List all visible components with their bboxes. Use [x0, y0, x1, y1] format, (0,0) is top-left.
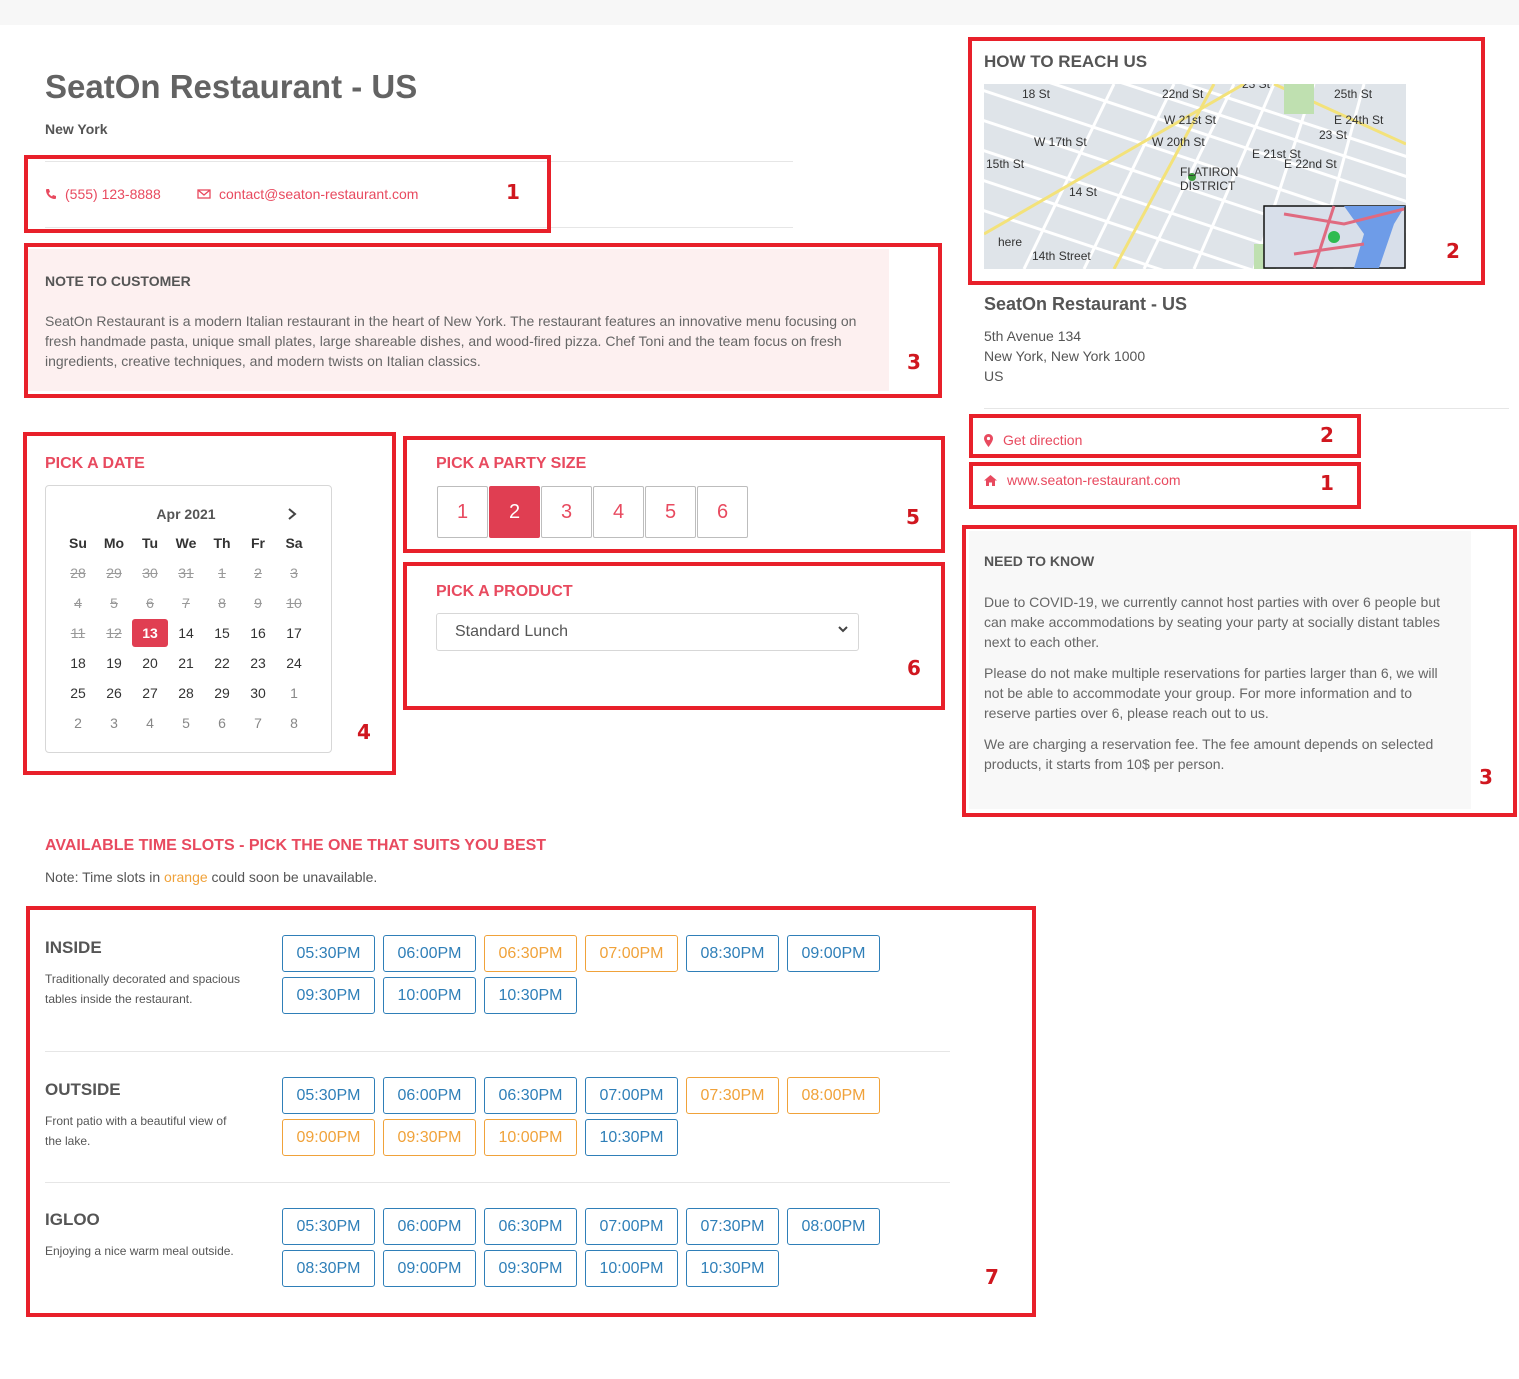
annotation-number: 2 — [1320, 423, 1334, 447]
annotation-number: 2 — [1446, 239, 1460, 263]
city-label: New York — [45, 121, 108, 137]
annotation-number: 4 — [357, 720, 371, 744]
annotation-box-1 — [24, 155, 551, 233]
annotation-box-3 — [24, 243, 942, 398]
annotation-box-7 — [26, 906, 1036, 1317]
annotation-number: 6 — [907, 656, 921, 680]
address-line-2: New York, New York 1000 — [984, 348, 1146, 364]
address-name: SeatOn Restaurant - US — [984, 294, 1188, 314]
annotation-box-website — [969, 462, 1361, 509]
annotation-box-5 — [403, 436, 945, 553]
time-slots-heading: AVAILABLE TIME SLOTS - PICK THE ONE THAT… — [45, 837, 547, 854]
address: 5th Avenue 134 New York, New York 1000 U… — [984, 326, 1145, 386]
page-title: SeatOn Restaurant - US — [45, 68, 418, 105]
annotation-number: 7 — [985, 1265, 999, 1289]
address-line-1: 5th Avenue 134 — [984, 328, 1082, 344]
time-slots-note: Note: Time slots in orange could soon be… — [45, 869, 377, 885]
annotation-box-direction — [969, 414, 1361, 458]
annotation-number: 1 — [506, 180, 520, 204]
annotation-box-6 — [403, 562, 945, 710]
note-text-orange: orange — [164, 869, 208, 885]
note-text-after: could soon be unavailable. — [207, 869, 378, 885]
note-text-before: Note: Time slots in — [45, 869, 165, 885]
annotation-number: 1 — [1320, 471, 1334, 495]
annotation-number: 3 — [907, 350, 921, 374]
annotation-box-need — [962, 525, 1517, 817]
address-line-3: US — [984, 368, 1004, 384]
top-bar — [0, 0, 1519, 25]
annotation-number: 5 — [906, 505, 920, 529]
divider — [984, 408, 1509, 409]
annotation-box-4 — [23, 432, 396, 775]
annotation-box-2 — [968, 37, 1485, 285]
annotation-number: 3 — [1479, 765, 1493, 789]
